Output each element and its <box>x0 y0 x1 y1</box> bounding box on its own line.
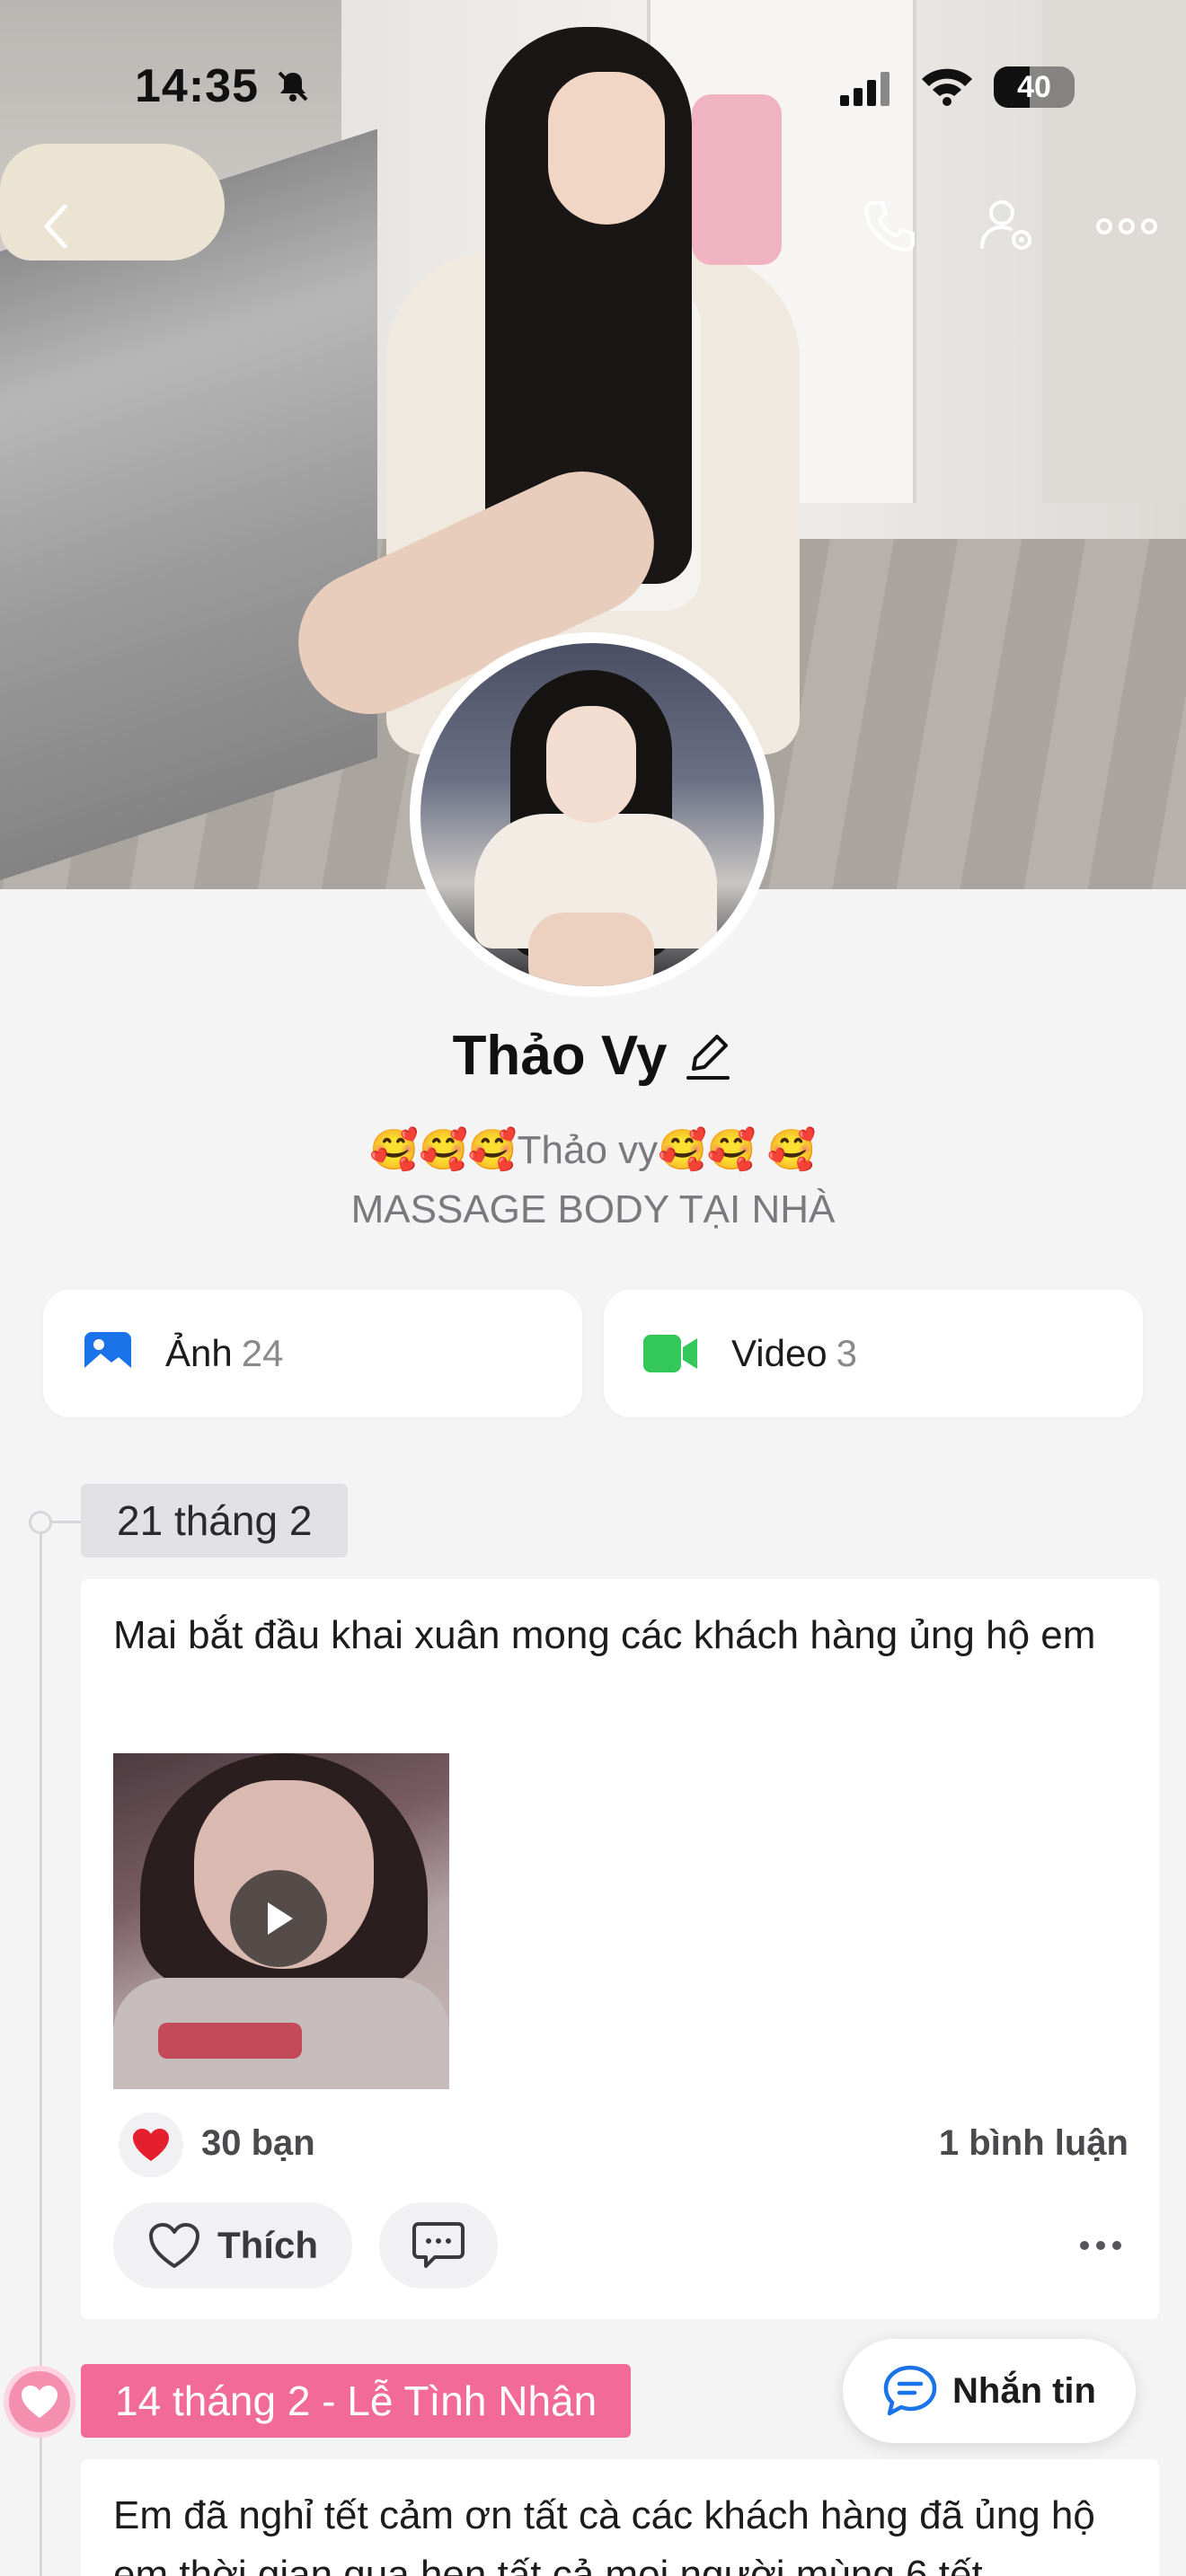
heart-reaction-icon <box>119 2113 183 2177</box>
timeline-post[interactable]: Mai bắt đầu khai xuân mong các khách hàn… <box>81 1579 1159 2319</box>
timeline-dot <box>29 1511 52 1534</box>
cellular-signal-icon <box>840 72 890 106</box>
post-date-tag: 21 tháng 2 <box>81 1484 349 1557</box>
play-button[interactable] <box>230 1870 327 1967</box>
photos-count: 24 <box>241 1332 284 1374</box>
call-button[interactable] <box>854 190 925 262</box>
chat-bubble-icon <box>883 2365 937 2416</box>
battery-level: 40 <box>1017 70 1051 104</box>
video-camera-icon <box>643 1335 697 1372</box>
chevron-left-icon <box>44 204 67 249</box>
like-button[interactable]: Thích <box>113 2202 352 2289</box>
photos-label: Ảnh <box>165 1332 233 1374</box>
play-icon <box>268 1902 293 1935</box>
wifi-icon <box>922 68 972 106</box>
phone-icon <box>864 201 915 251</box>
more-options-button[interactable] <box>1091 190 1163 262</box>
timeline-tick <box>50 1521 83 1523</box>
photo-icon <box>84 1332 131 1375</box>
like-label: Thích <box>217 2224 318 2266</box>
comments-count[interactable]: 1 bình luận <box>939 2123 1128 2164</box>
status-time: 14:35 <box>135 60 259 112</box>
muted-bell-icon <box>278 71 308 101</box>
post-text: Em đã nghỉ tết cảm ơn tất cà các khách h… <box>113 2493 1095 2576</box>
back-button[interactable] <box>20 190 92 262</box>
likes-count[interactable]: 30 bạn <box>201 2123 315 2164</box>
post-more-button[interactable] <box>1069 2220 1132 2271</box>
reaction-summary: 30 bạn 1 bình luận <box>113 2109 1128 2181</box>
user-settings-icon <box>980 200 1031 250</box>
message-button[interactable]: Nhắn tin <box>843 2339 1136 2443</box>
profile-settings-button[interactable] <box>972 190 1044 262</box>
video-thumbnail[interactable] <box>113 1753 449 2089</box>
photos-card[interactable]: Ảnh 24 <box>43 1290 582 1417</box>
post-date-tag-valentine: 14 tháng 2 - Lễ Tình Nhân <box>81 2364 632 2438</box>
videos-label: Video <box>731 1332 828 1374</box>
profile-bio-line2: MASSAGE BODY TẠI NHÀ <box>350 1187 836 1231</box>
comment-button[interactable] <box>379 2202 498 2289</box>
profile-bio-line1: 🥰🥰🥰Thảo vy🥰🥰 🥰 <box>369 1128 817 1172</box>
ellipsis-icon <box>1096 218 1157 234</box>
timeline-post[interactable]: Em đã nghỉ tết cảm ơn tất cà các khách h… <box>81 2459 1159 2576</box>
profile-name-row: Thảo Vy <box>0 1024 1186 1088</box>
profile-avatar[interactable] <box>410 632 774 997</box>
message-button-label: Nhắn tin <box>952 2370 1096 2411</box>
profile-name: Thảo Vy <box>452 1025 668 1087</box>
heart-outline-icon <box>149 2223 199 2268</box>
edit-pencil-icon[interactable] <box>683 1029 733 1083</box>
battery-indicator: 40 <box>994 66 1075 108</box>
post-text: Mai bắt đầu khai xuân mong các khách hàn… <box>113 1613 1096 1657</box>
status-bar: 14:35 40 <box>0 0 1186 171</box>
videos-count: 3 <box>836 1332 858 1374</box>
valentine-heart-icon <box>4 2366 75 2438</box>
videos-card[interactable]: Video 3 <box>604 1290 1143 1417</box>
comment-icon <box>412 2222 465 2268</box>
